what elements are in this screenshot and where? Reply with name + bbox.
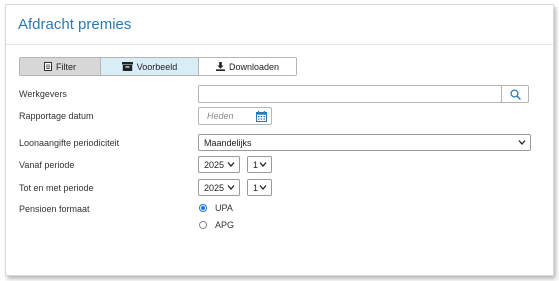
chevron-down-icon [227,162,235,167]
voorbeeld-label: Voorbeeld [136,61,178,72]
werkgevers-search-button[interactable] [501,85,529,103]
chevron-down-icon [259,185,267,190]
pensioen-option-upa[interactable]: UPA [199,203,233,213]
pensioen-formaat-label: Pensioen formaat [19,204,90,214]
voorbeeld-button[interactable]: Voorbeeld [100,58,198,75]
chevron-down-icon [518,140,526,145]
view-button-group: Filter Voorbeeld Downloaden [19,57,297,76]
downloaden-button[interactable]: Downloaden [198,58,296,75]
afdracht-premies-panel: Afdracht premies Filter Voorbeeld Downlo… [5,4,554,276]
archive-icon [121,62,133,71]
calendar-icon[interactable] [256,111,267,122]
rapportage-datum-placeholder: Heden [207,111,234,121]
periodiciteit-value: Maandelijks [204,137,252,148]
title-divider [6,44,553,45]
tot-jaar-select[interactable]: 2025 [198,179,240,196]
filter-label: Filter [56,61,76,72]
rapportage-datum-input[interactable]: Heden [198,107,272,125]
vanaf-jaar-select[interactable]: 2025 [198,156,240,173]
apg-radio[interactable] [199,221,207,229]
upa-radio[interactable] [199,204,207,212]
vanaf-jaar-value: 2025 [204,159,225,170]
tot-periode-select[interactable]: 1 [247,179,272,196]
upa-label: UPA [215,203,233,213]
vanaf-periode-select[interactable]: 1 [247,156,272,173]
werkgevers-label: Werkgevers [19,89,67,99]
chevron-down-icon [259,162,267,167]
pensioen-option-apg[interactable]: APG [199,220,234,230]
chevron-down-icon [227,185,235,190]
tot-periode-value: 1 [253,182,259,193]
vanaf-periode-label: Vanaf periode [19,160,75,170]
apg-label: APG [215,220,235,230]
document-icon [44,62,52,71]
tot-periode-label: Tot en met periode [19,183,94,193]
rapportage-datum-label: Rapportage datum [19,111,94,121]
download-icon [215,62,225,71]
search-icon [509,88,521,100]
page-title: Afdracht premies [18,16,132,33]
downloaden-label: Downloaden [228,61,280,72]
vanaf-periode-value: 1 [253,159,259,170]
filter-button[interactable]: Filter [20,58,100,75]
periodiciteit-select[interactable]: Maandelijks [198,134,531,151]
werkgevers-input[interactable] [198,85,502,103]
tot-jaar-value: 2025 [204,182,225,193]
periodiciteit-label: Loonaangifte periodiciteit [19,138,120,148]
